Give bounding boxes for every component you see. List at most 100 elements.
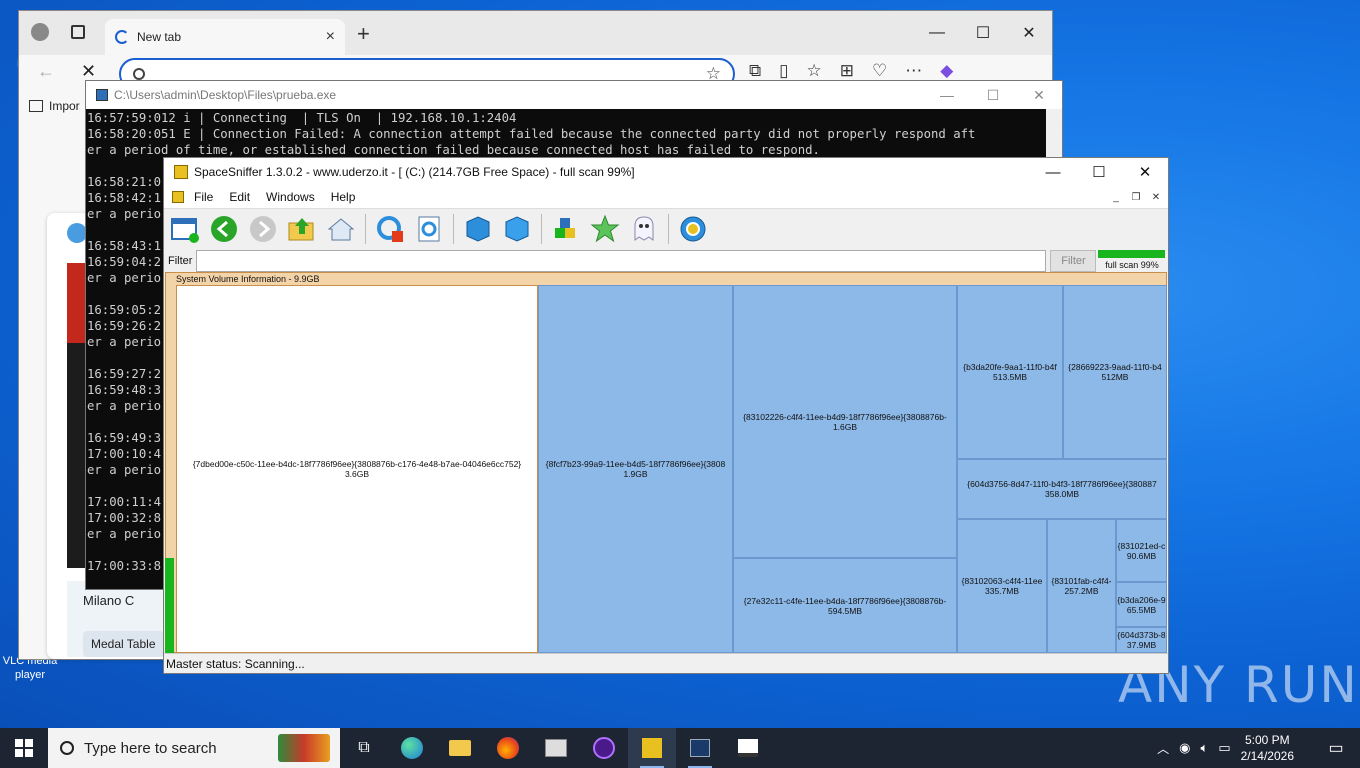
clock[interactable]: 5:00 PM 2/14/2026 (1241, 732, 1294, 764)
network-icon[interactable]: ▭ (1218, 740, 1230, 756)
refresh-all-button[interactable] (412, 212, 446, 246)
filter-button[interactable]: Filter (1050, 250, 1097, 272)
status-bar: Master status: Scanning... (164, 653, 1168, 673)
browser-essentials-icon[interactable]: ♡ (872, 61, 887, 81)
taskbar-app-purple[interactable] (580, 728, 628, 768)
task-view-button[interactable]: ⧉ (340, 728, 388, 768)
treemap-tile[interactable]: {83101fab-c4f4- 257.2MB (1047, 519, 1116, 653)
meet-now-icon[interactable]: ◉ (1179, 740, 1190, 756)
zoom-in-button[interactable] (461, 212, 495, 246)
treemap-tile[interactable]: {b3da206e-9 65.5MB (1116, 582, 1167, 627)
minimize-icon[interactable]: — (924, 81, 970, 109)
close-tab-icon[interactable]: × (326, 28, 335, 46)
stop-icon[interactable]: ✕ (81, 61, 96, 82)
minimize-icon[interactable]: — (1030, 158, 1076, 186)
new-scan-button[interactable] (168, 212, 202, 246)
home-button[interactable] (324, 212, 358, 246)
tile-name: {83101fab-c4f4- (1051, 576, 1112, 586)
tile-name: {b3da206e-9 (1117, 594, 1166, 605)
folder-icon (449, 740, 471, 756)
taskbar-search[interactable]: Type here to search (48, 728, 340, 768)
treemap-tile[interactable]: {83102226-c4f4-11ee-b4d9-18f7786f96ee}{3… (733, 285, 957, 558)
menu-windows[interactable]: Windows (260, 190, 321, 204)
taskbar-app-generic[interactable] (532, 728, 580, 768)
tile-size: 65.5MB (1126, 604, 1157, 615)
console-title: C:\Users\admin\Desktop\Files\prueba.exe (114, 88, 337, 102)
tile-name: {27e32c11-c4fe-11ee-b4da-18f7786f96ee}{3… (743, 595, 947, 606)
treemap-tile[interactable]: {83102063-c4f4-11ee 335.7MB (957, 519, 1047, 653)
firefox-icon (497, 737, 519, 759)
treemap-tile[interactable]: {8fcf7b23-99a9-11ee-b4d5-18f7786f96ee}{3… (538, 285, 733, 653)
spacesniffer-menubar: File Edit Windows Help _ ❐ ✕ (164, 186, 1168, 208)
taskbar-file-explorer[interactable] (436, 728, 484, 768)
volume-icon[interactable]: 🔈︎ (1201, 740, 1209, 756)
taskbar-edge[interactable] (388, 728, 436, 768)
close-icon[interactable]: ✕ (1006, 11, 1052, 55)
favorites-icon[interactable]: ☆ (807, 61, 822, 81)
treemap[interactable]: System Volume Information - 9.9GB {7dbed… (165, 272, 1167, 653)
tags-button[interactable] (549, 212, 583, 246)
tab-actions-icon[interactable] (71, 25, 85, 39)
back-button[interactable] (207, 212, 241, 246)
milano-title: Milano C (83, 593, 135, 608)
mdi-restore-icon[interactable]: ❐ (1128, 189, 1144, 205)
notifications-icon[interactable]: ▭ (1312, 738, 1360, 758)
forward-button[interactable] (246, 212, 280, 246)
menu-file[interactable]: File (188, 190, 219, 204)
taskbar-installer[interactable] (724, 728, 772, 768)
loading-icon (115, 30, 129, 44)
mdi-minimize-icon[interactable]: _ (1108, 189, 1124, 205)
extensions-icon[interactable]: ⧉ (749, 61, 761, 81)
maximize-icon[interactable]: ☐ (960, 11, 1006, 55)
back-icon[interactable]: ← (37, 61, 55, 82)
taskbar-spacesniffer[interactable] (628, 728, 676, 768)
tile-size: 1.6GB (832, 421, 858, 432)
maximize-icon[interactable]: ☐ (970, 81, 1016, 109)
treemap-tile[interactable]: {831021ed-c 90.6MB (1116, 519, 1167, 582)
treemap-tile[interactable]: {b3da20fe-9aa1-11f0-b4f 513.5MB (957, 285, 1063, 459)
close-icon[interactable]: ✕ (1016, 81, 1062, 109)
copilot-icon[interactable]: ◆ (940, 61, 953, 81)
zoom-out-button[interactable] (500, 212, 534, 246)
tile-name: {831021ed-c (1117, 540, 1166, 551)
taskbar-console[interactable] (676, 728, 724, 768)
start-button[interactable] (0, 728, 48, 768)
new-window-icon (171, 217, 199, 243)
search-icon (60, 741, 74, 755)
tile-size: 512MB (1101, 372, 1129, 382)
mdi-close-icon[interactable]: ✕ (1148, 189, 1164, 205)
menu-help[interactable]: Help (325, 190, 362, 204)
tile-size: 37.9MB (1126, 640, 1157, 650)
treemap-tile[interactable]: {7dbed00e-c50c-11ee-b4dc-18f7786f96ee}{3… (176, 285, 538, 653)
console-line: er a period of time, or established conn… (87, 143, 820, 157)
more-icon[interactable]: ⋯ (905, 61, 922, 81)
spacesniffer-titlebar: SpaceSniffer 1.3.0.2 - www.uderzo.it - [… (164, 158, 1168, 186)
collections-icon[interactable]: ⊞ (840, 61, 854, 81)
settings-button[interactable] (676, 212, 710, 246)
parent-folder-button[interactable] (285, 212, 319, 246)
minimize-icon[interactable]: — (914, 11, 960, 55)
menu-edit[interactable]: Edit (223, 190, 256, 204)
treemap-tile[interactable]: {27e32c11-c4fe-11ee-b4da-18f7786f96ee}{3… (733, 558, 957, 653)
treemap-tile[interactable]: {604d373b-8 37.9MB (1116, 627, 1167, 653)
favorites-button[interactable] (588, 212, 622, 246)
maximize-icon[interactable]: ☐ (1076, 158, 1122, 186)
console-titlebar: C:\Users\admin\Desktop\Files\prueba.exe … (86, 81, 1062, 109)
profile-icon[interactable] (31, 23, 49, 41)
console-scrollbar[interactable] (1046, 109, 1062, 157)
copilot-logo-icon (67, 223, 87, 243)
medal-table-tab[interactable]: Medal Table (83, 631, 164, 657)
new-tab-icon[interactable]: + (357, 21, 370, 47)
treemap-header: System Volume Information - 9.9GB (176, 274, 320, 284)
import-favorites-link[interactable]: Impor (49, 99, 80, 113)
ghost-button[interactable] (627, 212, 661, 246)
close-icon[interactable]: ✕ (1122, 158, 1168, 186)
treemap-tile[interactable]: {28669223-9aad-11f0-b4 512MB (1063, 285, 1167, 459)
split-screen-icon[interactable]: ▯ (779, 61, 788, 81)
chevron-up-icon[interactable]: ︿ (1157, 740, 1169, 757)
refresh-button[interactable] (373, 212, 407, 246)
taskbar-firefox[interactable] (484, 728, 532, 768)
tab-new-tab[interactable]: New tab × (105, 19, 345, 55)
treemap-tile[interactable]: {604d3756-8d47-11f0-b4f3-18f7786f96ee}{3… (957, 459, 1167, 519)
filter-input[interactable] (196, 250, 1047, 272)
